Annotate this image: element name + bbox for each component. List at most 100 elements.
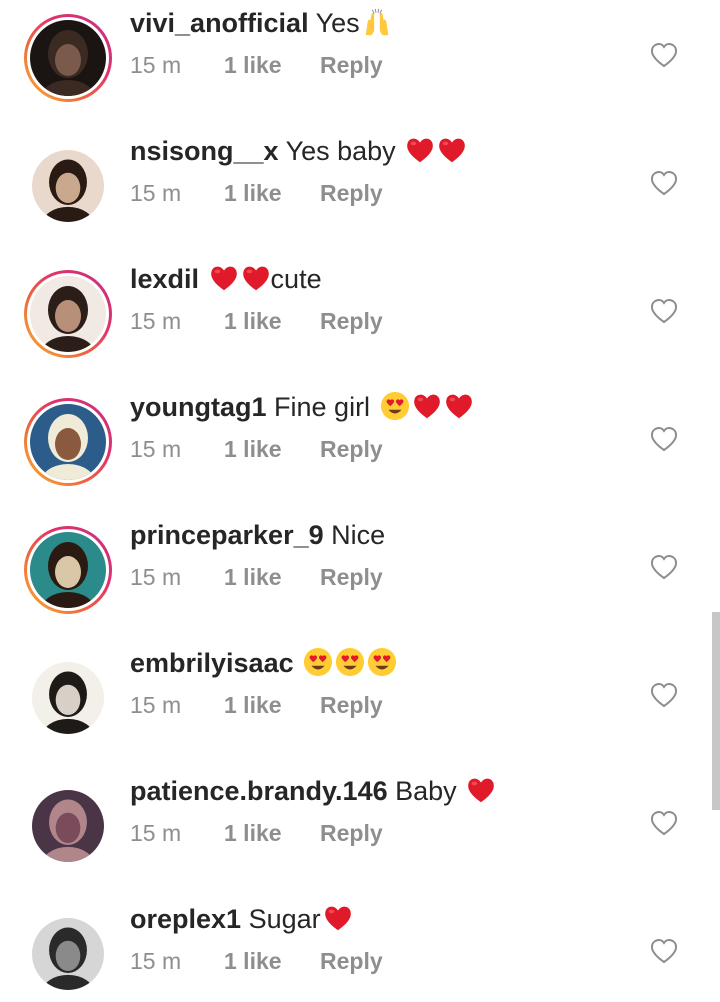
heart-eyes-emoji-icon xyxy=(367,647,397,677)
reply-button[interactable]: Reply xyxy=(320,818,383,848)
like-count[interactable]: 1 like xyxy=(224,178,320,208)
comment-meta: 15 m 1 like Reply xyxy=(130,306,383,336)
comment-body: youngtag1 Fine girl xyxy=(130,390,474,424)
comment-username[interactable]: patience.brandy.146 xyxy=(130,776,388,806)
comment-body: lexdil cute xyxy=(130,262,322,296)
red-heart-emoji-icon xyxy=(444,391,474,421)
like-count[interactable]: 1 like xyxy=(224,562,320,592)
avatar[interactable] xyxy=(24,270,112,358)
comment-username[interactable]: lexdil xyxy=(130,264,199,294)
comment-username[interactable]: nsisong__x xyxy=(130,136,279,166)
avatar-photo xyxy=(32,918,104,990)
red-heart-emoji-icon xyxy=(209,263,239,293)
like-count[interactable]: 1 like xyxy=(224,946,320,976)
heart-eyes-emoji-icon xyxy=(335,647,365,677)
reply-button[interactable]: Reply xyxy=(320,562,383,592)
reply-button[interactable]: Reply xyxy=(320,434,383,464)
like-count[interactable]: 1 like xyxy=(224,818,320,848)
comments-screen: vivi_anofficial Yes 15 m1 like Reply nsison… xyxy=(0,0,720,1002)
like-count[interactable]: 1 like xyxy=(224,50,320,80)
red-heart-emoji-icon xyxy=(437,135,467,165)
avatar-photo xyxy=(32,790,104,862)
comment-text: Baby xyxy=(395,776,465,806)
comment-username[interactable]: vivi_anofficial xyxy=(130,8,309,38)
reply-button[interactable]: Reply xyxy=(320,178,383,208)
comment-row: nsisong__x Yes baby 15 m 1 like Reply xyxy=(0,122,720,250)
like-heart-icon[interactable] xyxy=(650,554,678,580)
comment-row: vivi_anofficial Yes 15 m 1 like Reply xyxy=(0,0,720,122)
like-heart-icon[interactable] xyxy=(650,682,678,708)
comment-username[interactable]: oreplex1 xyxy=(130,904,241,934)
comment-row: youngtag1 Fine girl 15 m 1 like Reply xyxy=(0,378,720,506)
comment-meta: 15 m 1 like Reply xyxy=(130,562,383,592)
comment-text: Fine girl xyxy=(274,392,378,422)
comment-row: princeparker_9 Nice 15 m 1 like Reply xyxy=(0,506,720,634)
like-heart-icon[interactable] xyxy=(650,426,678,452)
scrollbar[interactable] xyxy=(712,612,720,810)
comment-username[interactable]: embrilyisaac xyxy=(130,648,294,678)
comment-timestamp: 15 m xyxy=(130,564,182,590)
avatar-photo xyxy=(30,532,106,608)
like-heart-icon[interactable] xyxy=(650,810,678,836)
comment-text: Sugar xyxy=(248,904,321,934)
red-heart-emoji-icon xyxy=(466,775,496,805)
red-heart-emoji-icon xyxy=(412,391,442,421)
avatar[interactable] xyxy=(24,142,112,230)
heart-eyes-emoji-icon xyxy=(303,647,333,677)
comment-username[interactable]: youngtag1 xyxy=(130,392,267,422)
comment-timestamp: 15 m xyxy=(130,308,182,334)
comment-meta: 15 m 1 like Reply xyxy=(130,434,383,464)
comment-username[interactable]: princeparker_9 xyxy=(130,520,324,550)
avatar-photo xyxy=(32,662,104,734)
like-heart-icon[interactable] xyxy=(650,298,678,324)
comment-body: oreplex1 Sugar xyxy=(130,902,353,936)
comment-meta: 15 m 1 like Reply xyxy=(130,946,383,976)
raising-hands-emoji-icon xyxy=(362,7,392,37)
heart-eyes-emoji-icon xyxy=(380,391,410,421)
comment-body: princeparker_9 Nice xyxy=(130,518,385,552)
avatar-photo xyxy=(30,404,106,480)
comment-meta: 15 m 1 like Reply xyxy=(130,818,383,848)
comment-body: patience.brandy.146 Baby xyxy=(130,774,496,808)
avatar[interactable] xyxy=(24,14,112,102)
like-count[interactable]: 1 like xyxy=(224,690,320,720)
comment-timestamp: 15 m xyxy=(130,436,182,462)
reply-button[interactable]: Reply xyxy=(320,50,383,80)
comment-timestamp: 15 m xyxy=(130,948,182,974)
comment-body: vivi_anofficial Yes xyxy=(130,6,392,40)
avatar-photo xyxy=(30,276,106,352)
like-heart-icon[interactable] xyxy=(650,42,678,68)
comment-text: Nice xyxy=(331,520,386,550)
red-heart-emoji-icon xyxy=(323,903,353,933)
like-heart-icon[interactable] xyxy=(650,938,678,964)
comment-timestamp: 15 m xyxy=(130,692,182,718)
comment-text: cute xyxy=(270,264,322,294)
comment-timestamp: 15 m xyxy=(130,52,182,78)
like-count[interactable]: 1 like xyxy=(224,434,320,464)
reply-button[interactable]: Reply xyxy=(320,306,383,336)
like-heart-icon[interactable] xyxy=(650,170,678,196)
avatar[interactable] xyxy=(24,398,112,486)
avatar[interactable] xyxy=(24,526,112,614)
comment-body: nsisong__x Yes baby xyxy=(130,134,467,168)
comment-meta: 15 m 1 like Reply xyxy=(130,178,383,208)
comment-row: oreplex1 Sugar 15 m 1 like Reply xyxy=(0,890,720,1002)
reply-button[interactable]: Reply xyxy=(320,946,383,976)
reply-button[interactable]: Reply xyxy=(320,690,383,720)
avatar[interactable] xyxy=(24,782,112,870)
comment-meta: 15 m 1 like Reply xyxy=(130,50,383,80)
comment-timestamp: 15 m xyxy=(130,820,182,846)
comment-row: embrilyisaac 15 m 1 like Reply xyxy=(0,634,720,762)
avatar[interactable] xyxy=(24,910,112,998)
red-heart-emoji-icon xyxy=(405,135,435,165)
comment-row: patience.brandy.146 Baby 15 m 1 like Reply xyxy=(0,762,720,890)
comment-text: Yes xyxy=(315,8,360,38)
comment-text: Yes baby xyxy=(285,136,404,166)
comment-body: embrilyisaac xyxy=(130,646,397,680)
comment-row: lexdil cute 15 m 1 like Reply xyxy=(0,250,720,378)
red-heart-emoji-icon xyxy=(241,263,271,293)
like-count[interactable]: 1 like xyxy=(224,306,320,336)
avatar[interactable] xyxy=(24,654,112,742)
avatar-photo xyxy=(30,20,106,96)
comment-meta: 15 m 1 like Reply xyxy=(130,690,383,720)
